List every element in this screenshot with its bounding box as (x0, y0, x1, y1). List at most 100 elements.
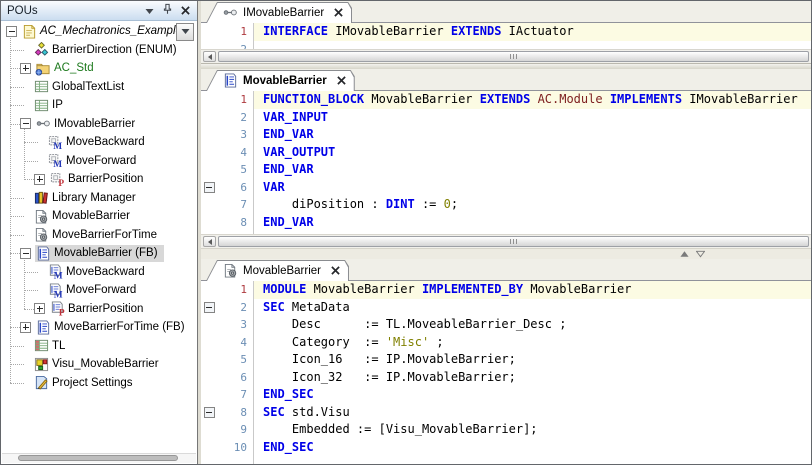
tree-expander-minus[interactable] (20, 248, 31, 259)
tree-connector-stub (10, 364, 24, 365)
tree-item-label: IMovableBarrier (53, 117, 138, 131)
tree-item-movebackward[interactable]: MMoveBackward (2, 263, 196, 282)
tree-item-ac-std[interactable]: AC_Std (2, 59, 196, 78)
fold-minus-box[interactable] (204, 302, 215, 313)
tab-close-button[interactable] (337, 72, 346, 90)
tree-connector-stub (10, 198, 24, 199)
interface-icon (223, 5, 238, 20)
line-number: 4 (217, 334, 253, 352)
tree-item-imovablebarrier[interactable]: IMovableBarrier (2, 115, 196, 134)
tree-item-label: MoveBarrierForTime (51, 228, 160, 242)
code-text: VAR (253, 179, 812, 197)
tree-item-movebackward[interactable]: MMoveBackward (2, 133, 196, 152)
textlist-icon (33, 97, 49, 113)
fold-gutter (201, 369, 217, 387)
line-number: 2 (217, 299, 253, 317)
panel-pin-button[interactable] (158, 3, 176, 18)
tab-close-button[interactable] (331, 262, 340, 280)
panel-scrollbar-thumb[interactable] (18, 455, 178, 461)
tree-item-ip[interactable]: IP (2, 96, 196, 115)
tree-node: IMovableBarrier (35, 115, 141, 132)
tree-node: MoveBarrierForTime (33, 226, 163, 243)
tree-item-library-manager[interactable]: Library Manager (2, 189, 196, 208)
tree-item-visu-movablebarrier[interactable]: Visu_MovableBarrier (2, 355, 196, 374)
tree-item-movebarrierfortime-fb[interactable]: MoveBarrierForTime (FB) (2, 318, 196, 337)
tree-node: PBarrierPosition (49, 171, 149, 188)
gutter-separator (253, 281, 254, 465)
tree-item-barrierposition[interactable]: PBarrierPosition (2, 170, 196, 189)
tree-item-label: AC_Std (53, 61, 97, 75)
pane-splitter[interactable] (201, 248, 812, 259)
code-text: END_VAR (253, 126, 812, 144)
expand-down-button[interactable] (695, 249, 706, 259)
fold-toggle[interactable] (201, 179, 217, 197)
tree-expander-plus[interactable] (20, 322, 31, 333)
tree-item-moveforward[interactable]: MMoveForward (2, 281, 196, 300)
tree-item-ac-mechatronics-example[interactable]: AC_Mechatronics_Example (2, 22, 196, 41)
code-editor-3[interactable]: 1MODULE MovableBarrier IMPLEMENTED_BY Mo… (201, 281, 812, 465)
code-editor-2[interactable]: 1FUNCTION_BLOCK MovableBarrier EXTENDS A… (201, 91, 812, 234)
code-text: Embedded := [Visu_MovableBarrier]; (253, 421, 812, 439)
line-number: 2 (217, 41, 253, 50)
tree-expander-plus[interactable] (20, 63, 31, 74)
code-line: 6VAR (201, 179, 812, 197)
svg-text:P: P (58, 179, 64, 187)
tree-connector-stub (10, 50, 24, 51)
panel-close-button[interactable] (176, 3, 194, 18)
tree-expander-minus[interactable] (20, 118, 31, 129)
splitter-buttons (679, 249, 706, 259)
tree-connector-stub (24, 142, 38, 143)
code-line: 1MODULE MovableBarrier IMPLEMENTED_BY Mo… (201, 281, 812, 299)
tree-expander-plus[interactable] (34, 303, 45, 314)
fold-minus-box[interactable] (204, 182, 215, 193)
code-line: 8SEC std.Visu (201, 404, 812, 422)
svg-text:M: M (53, 272, 62, 279)
scrollbar-thumb[interactable] (218, 236, 809, 247)
tree-node: MovableBarrier (FB) (35, 245, 164, 262)
fold-toggle[interactable] (201, 404, 217, 422)
tree-expander-minus[interactable] (6, 26, 17, 37)
code-editor-1[interactable]: 1INTERFACE IMovableBarrier EXTENDS IActu… (201, 23, 812, 49)
scroll-left-button[interactable] (203, 236, 216, 247)
code-line: 8END_VAR (201, 214, 812, 232)
tree-item-movablebarrier[interactable]: MovableBarrier (2, 207, 196, 226)
fold-gutter (201, 144, 217, 162)
tree-item-moveforward[interactable]: MMoveForward (2, 152, 196, 171)
panel-horizontal-scrollbar[interactable] (2, 453, 196, 463)
tree-item-globaltextlist[interactable]: GlobalTextList (2, 78, 196, 97)
panel-menu-button[interactable] (140, 3, 158, 18)
svg-text:P: P (58, 309, 64, 316)
horizontal-scrollbar[interactable] (201, 49, 812, 63)
tree-item-movebarrierfortime[interactable]: MoveBarrierForTime (2, 226, 196, 245)
code-text: MODULE MovableBarrier IMPLEMENTED_BY Mov… (253, 281, 812, 299)
tab-movablebarrier[interactable]: MovableBarrier (206, 260, 349, 281)
tab-imovablebarrier[interactable]: IMovableBarrier (206, 2, 352, 23)
tab-close-button[interactable] (334, 4, 343, 22)
fold-minus-box[interactable] (204, 407, 215, 418)
code-text: END_SEC (253, 386, 812, 404)
fold-gutter (201, 386, 217, 404)
editor-pane-3: MovableBarrier1MODULE MovableBarrier IMP… (201, 259, 812, 465)
scroll-left-button[interactable] (203, 51, 216, 62)
scrollbar-thumb[interactable] (218, 51, 809, 62)
tree-item-barrierdirection-enum[interactable]: BarrierDirection (ENUM) (2, 41, 196, 60)
fold-toggle[interactable] (201, 299, 217, 317)
tree-item-barrierposition[interactable]: PBarrierPosition (2, 300, 196, 319)
tree-item-project-settings[interactable]: Project Settings (2, 374, 196, 393)
tab-movablebarrier[interactable]: MovableBarrier (206, 70, 355, 91)
tree-item-tl[interactable]: TL (2, 337, 196, 356)
collapse-up-button[interactable] (679, 249, 690, 259)
tree-connector-stub (10, 346, 24, 347)
tree-node: TL (33, 337, 71, 354)
line-number: 2 (217, 109, 253, 127)
horizontal-scrollbar[interactable] (201, 234, 812, 248)
code-text: VAR_OUTPUT (253, 144, 812, 162)
tree-expander-plus[interactable] (34, 174, 45, 185)
tree-item-movablebarrier-fb-selected[interactable]: MovableBarrier (FB) (2, 244, 196, 263)
tree-connector-stub (10, 216, 24, 217)
code-text: INTERFACE IMovableBarrier EXTENDS IActua… (253, 23, 812, 41)
fold-gutter (201, 109, 217, 127)
tree-item-dropdown-button[interactable] (176, 23, 194, 41)
pou-tree: AC_Mechatronics_ExampleBarrierDirection … (2, 22, 196, 454)
line-number: 7 (217, 386, 253, 404)
